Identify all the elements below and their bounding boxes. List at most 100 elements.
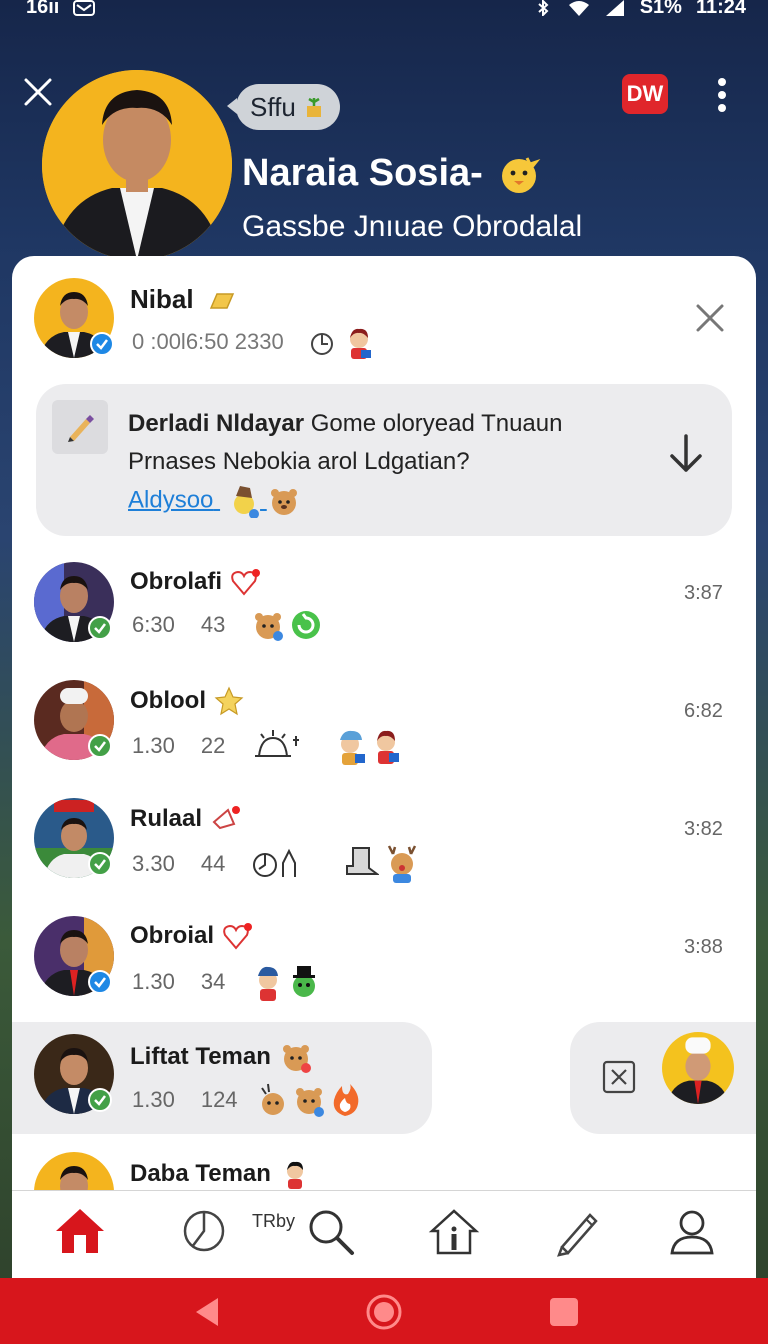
close-box-icon[interactable] — [602, 1060, 636, 1094]
megaphone-icon — [212, 806, 241, 830]
green-hat-sticker-icon — [293, 966, 316, 997]
verified-badge-icon — [88, 616, 112, 640]
contact-name: Nibal — [130, 284, 237, 315]
bell-doodle-icon — [255, 730, 300, 757]
clock: 11:24 — [695, 0, 746, 18]
refresh-sticker-icon — [292, 611, 321, 639]
pie-timer-icon — [183, 1210, 225, 1252]
user-icon — [670, 1210, 714, 1255]
pencil-icon — [557, 1213, 598, 1257]
pen-icon — [68, 415, 94, 442]
pen-tile — [52, 400, 108, 454]
plant-icon — [306, 97, 321, 117]
chat-time: 3:87 — [684, 582, 723, 604]
house-info-icon — [428, 1209, 480, 1255]
bear-sticker-icon — [270, 489, 297, 515]
chat-meta: 1.30 34 — [132, 962, 321, 1002]
recents-icon[interactable] — [544, 1292, 584, 1332]
bear-sticker-icon — [255, 613, 284, 641]
notice-line-2: Prnases Nebokia arol Ldgatian? — [128, 448, 470, 475]
reindeer-sticker-icon — [388, 845, 417, 883]
chat-time: 3:88 — [684, 936, 723, 958]
timer-hand-icon — [253, 848, 297, 877]
notice-link[interactable]: Aldysoo — [128, 484, 301, 519]
chat-name: Liftat Teman — [130, 1040, 313, 1074]
carrier-text: 16ıı — [26, 0, 60, 18]
bluetooth-icon — [538, 0, 549, 16]
chat-name: Obroial — [130, 922, 254, 950]
signal-icon — [605, 0, 624, 16]
chat-time: 3:82 — [684, 818, 723, 840]
chat-row[interactable]: Oblool 1.30 22 6:82 — [12, 676, 756, 786]
message-icon — [73, 0, 96, 16]
nav-info-home[interactable] — [426, 1203, 482, 1259]
system-navigation-bar — [0, 1278, 768, 1344]
home-button-icon[interactable] — [364, 1292, 404, 1332]
chat-meta: 1.30 22 — [132, 726, 403, 766]
cap-kid-sticker-icon — [340, 730, 366, 765]
nav-search[interactable] — [302, 1203, 358, 1259]
back-icon[interactable] — [188, 1292, 228, 1332]
verified-badge-icon — [88, 1088, 112, 1112]
heart-face-icon — [223, 923, 253, 950]
status-bar: 16ıı S1% 11:24 — [0, 0, 768, 24]
chick-emoji-icon — [501, 156, 541, 193]
notice-banner[interactable]: Derladi Nldayar Gome oloryead Tnuaun Prn… — [36, 384, 732, 536]
chat-time: 6:82 — [684, 700, 723, 722]
cap-kid-sticker-icon — [258, 966, 279, 1001]
nav-activity[interactable] — [176, 1203, 232, 1259]
more-options-icon[interactable] — [714, 78, 730, 114]
profile-avatar[interactable] — [42, 70, 232, 260]
verified-badge-icon — [88, 852, 112, 876]
chat-name: Rulaal — [130, 804, 242, 834]
verified-badge-icon — [88, 734, 112, 758]
kid-sticker-icon — [377, 730, 400, 764]
verified-badge-icon — [90, 332, 114, 356]
search-icon — [309, 1210, 354, 1255]
nav-profile[interactable] — [664, 1203, 720, 1259]
quick-action-pill — [570, 1022, 756, 1134]
chat-name: Oblool — [130, 686, 244, 716]
star-face-icon — [214, 686, 244, 716]
chat-meta: 6:30 43 — [132, 608, 323, 642]
status-pill[interactable]: Sffu — [227, 84, 340, 130]
nav-compose[interactable] — [550, 1203, 606, 1259]
hat-sticker-icon — [234, 486, 260, 519]
chat-meta: 3.30 44 — [132, 844, 419, 884]
kid-sticker-icon — [286, 1161, 303, 1189]
contact-meta: 0 :00l6:50 2330 — [132, 326, 376, 360]
nav-tiny-label: TRby — [252, 1211, 296, 1231]
verified-badge-icon — [88, 970, 112, 994]
wifi-icon — [568, 0, 589, 16]
dismiss-icon[interactable] — [694, 302, 726, 334]
chat-row[interactable]: Obrolafi 6:30 43 3:87 — [12, 558, 756, 668]
chat-meta: 1.30 124 — [132, 1080, 362, 1120]
notice-line-1: Derladi Nldayar Gome oloryead Tnuaun — [128, 410, 563, 437]
battery-text: S1% — [639, 0, 682, 18]
timer-icon — [310, 333, 333, 355]
status-pill-text: Sffu — [250, 91, 296, 122]
profile-header: Sffu Naraia Sosia- Gassbe Jnıuae Obrodal… — [0, 24, 768, 264]
profile-name: Naraia Sosia- — [242, 152, 483, 194]
chat-row[interactable]: Obroial 1.30 34 3:88 — [12, 912, 756, 1022]
chat-panel: Nibal 0 :00l6:50 2330 Derladi Nldayar Go… — [12, 256, 756, 1278]
chat-row[interactable]: Rulaal 3.30 44 3:82 — [12, 794, 756, 904]
chat-name: Daba Teman — [130, 1158, 311, 1190]
arrow-down-icon[interactable] — [666, 432, 706, 476]
bottom-navigation: TRby — [12, 1190, 756, 1278]
fire-icon — [333, 1084, 358, 1116]
bear-sticker-icon — [260, 1083, 284, 1115]
person-portrait — [42, 70, 232, 260]
kid-sticker-icon — [349, 328, 371, 359]
avatar[interactable] — [662, 1032, 734, 1104]
home-icon — [56, 1209, 104, 1253]
profile-title: Naraia Sosia- — [242, 152, 541, 195]
dw-badge-button[interactable]: DW — [622, 74, 668, 114]
profile-subtitle: Gassbe Jnıuae Obrodalal — [242, 210, 583, 243]
nav-home[interactable] — [52, 1203, 108, 1259]
heart-face-icon — [231, 569, 261, 596]
gold-bar-icon — [209, 293, 234, 309]
bear-sticker-icon — [295, 1088, 324, 1117]
boot-icon — [346, 847, 380, 875]
chat-name: Obrolafi — [130, 568, 262, 596]
